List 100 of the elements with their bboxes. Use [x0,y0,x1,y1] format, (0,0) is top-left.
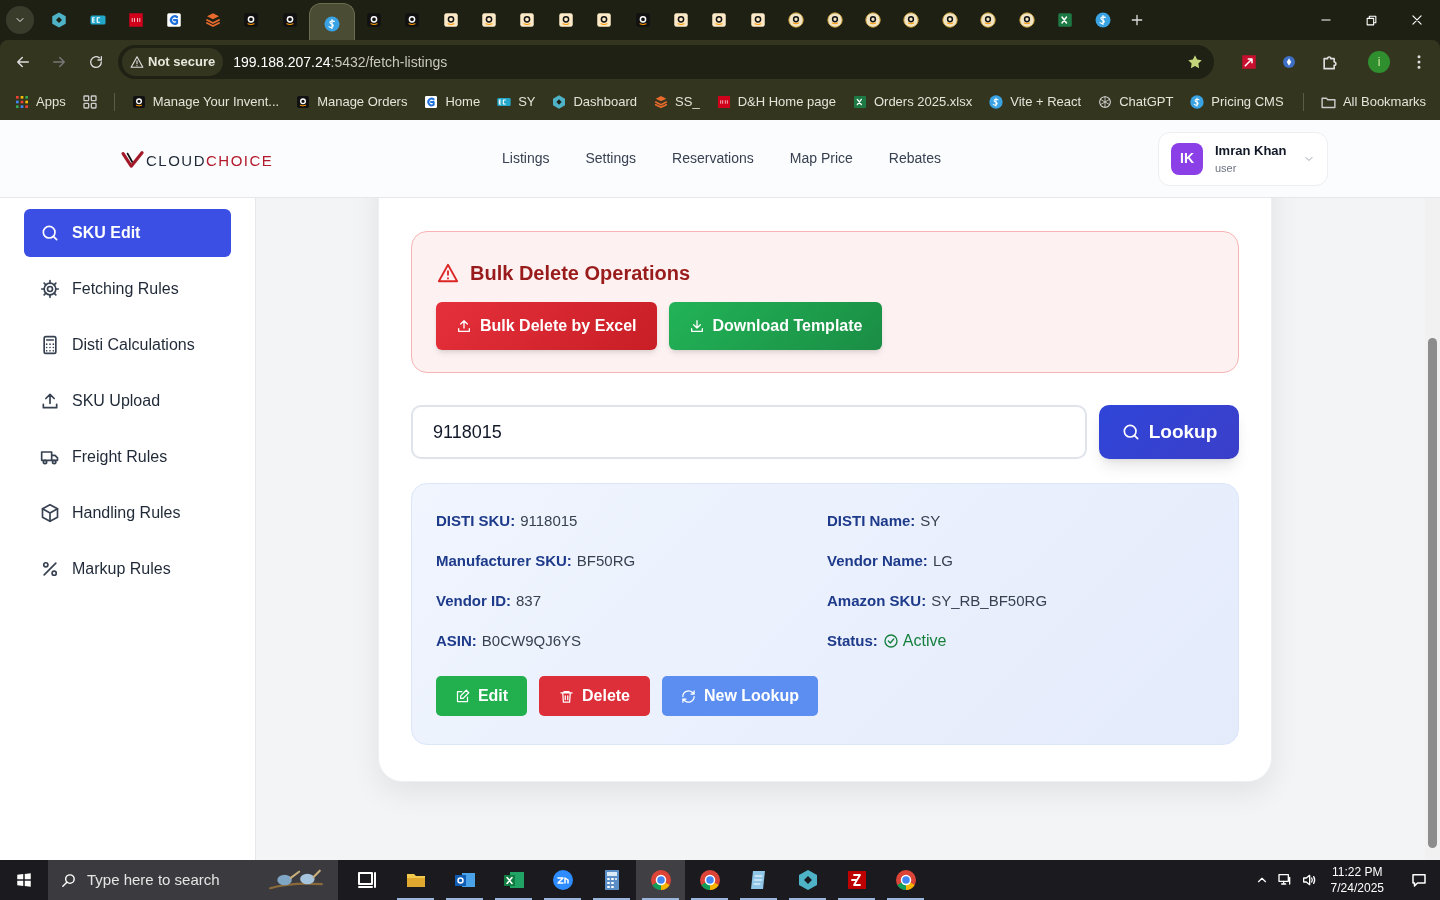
field-label: DISTI Name: [827,510,916,531]
url-text[interactable]: 199.188.207.24:5432/fetch-listings [233,51,448,73]
check-circle-icon [882,633,899,649]
upload-icon [456,318,472,334]
sidebar-item[interactable]: Freight Rules [24,433,231,481]
delete-button[interactable]: Delete [539,676,650,716]
spreadsheet-icon [1055,11,1074,29]
field-label: Vendor Name: [827,550,928,571]
field-value: 837 [516,590,542,611]
hexagon-icon [551,94,568,110]
browser-tab[interactable] [308,3,355,43]
bookmark-item[interactable]: Apps [14,92,66,112]
nav-link[interactable]: Settings [585,148,637,169]
trash-icon [559,688,574,704]
sku-input-field[interactable]: 9118015 [411,405,1087,459]
restore-icon[interactable] [1365,13,1378,27]
nav-link[interactable]: Listings [502,148,550,169]
reload-icon[interactable] [88,54,104,70]
dollar-coin-icon [1094,11,1113,29]
bookmark-item[interactable]: Manage Your Invent... [130,92,280,112]
bookmark-item[interactable]: Manage Orders [295,92,408,112]
user-role: user [1215,161,1238,176]
bulk-delete-button[interactable]: Bulk Delete by Excel [436,302,657,350]
extension-icon[interactable] [1240,53,1258,71]
search-icon [40,223,60,243]
browser-app-icon [648,868,673,892]
g-logo-icon [423,94,440,110]
download-icon [688,318,705,334]
field-label: Vendor ID: [436,590,511,611]
bookmark-item[interactable]: Pricing CMS [1189,92,1284,112]
field-label: DISTI SKU: [436,510,516,531]
dollar-coin-icon [322,14,341,33]
bookmark-item[interactable]: Vite + React [988,92,1082,112]
warning-icon [436,262,460,284]
percent-icon [40,559,60,579]
bookmark-item[interactable]: Dashboard [551,92,638,112]
sidebar-item[interactable]: Disti Calculations [24,321,231,369]
knot-logo-icon [1097,94,1114,110]
v-mark-icon [120,149,146,168]
field-label: Amazon SKU: [827,590,927,611]
bookmark-item[interactable]: Orders 2025.xlsx [851,92,973,112]
nav-link[interactable]: Rebates [888,148,941,169]
dh-logo-icon [126,11,145,29]
nav-link[interactable]: Map Price [789,148,853,169]
panel-title: Bulk Delete Operations [470,261,691,286]
start-icon[interactable] [15,871,33,889]
field-value: B0CW9QJ6YS [481,630,582,651]
hexagon-icon [50,11,69,29]
address-bar[interactable]: Not secure 199.188.207.24:5432/fetch-listings [118,45,1214,79]
field-label: Manufacturer SKU: [436,550,572,571]
search-icon [60,871,77,889]
settings-icon [40,279,60,299]
bookmark-item[interactable]: D&H Home page [715,92,836,112]
all-bookmarks-button[interactable]: All Bookmarks [1319,92,1426,112]
user-avatar: IK [1171,142,1203,175]
field-value: LG [932,550,953,571]
dollar-coin-icon [1189,94,1206,110]
tab-groups-button[interactable] [81,94,98,110]
scrollbar-thumb[interactable] [1428,338,1437,848]
stack-logo-icon [653,94,670,110]
edit-icon [454,688,470,704]
user-name: Imran Khan [1215,141,1287,160]
scrollbar[interactable] [1425,198,1440,860]
bookmark-item[interactable]: SY [496,92,536,112]
upload-icon [40,391,60,411]
download-template-button[interactable]: Download Template [668,302,883,350]
bookmark-item[interactable]: ChatGPT [1097,92,1174,112]
bookmark-star-icon[interactable] [1186,53,1204,71]
clock[interactable]: 11:22 PM 7/24/2025 [1330,864,1384,896]
field-value: BF50RG [576,550,636,571]
calculator-icon [40,335,60,355]
logo[interactable]: CLOUDCHOICE [120,149,360,168]
browser-app-icon [893,868,918,892]
field-label: Status: [827,630,878,651]
extension-icon[interactable] [1280,53,1298,71]
sidebar-item[interactable]: Markup Rules [24,545,231,593]
user-menu[interactable]: IK Imran Khan user [1158,131,1328,186]
lookup-button[interactable]: Lookup [1099,405,1239,459]
field-label: ASIN: [436,630,477,651]
video-app-icon [550,868,575,892]
g-logo-icon [165,11,184,29]
refresh-icon [680,688,696,704]
bookmark-item[interactable]: SS_ [653,92,700,112]
status-value: Active [882,629,947,653]
sidebar-item[interactable]: Handling Rules [24,489,231,537]
bookmark-item[interactable]: Home [423,92,481,112]
sidebar-item[interactable]: SKU Edit [24,209,231,257]
volume-icon[interactable] [1300,872,1317,888]
apps-grid-icon [14,94,30,110]
network-icon[interactable] [1276,872,1293,888]
stack-logo-icon [203,11,222,29]
dh-logo-icon [715,94,732,110]
taskbar-search-field[interactable]: Type here to search [48,860,338,900]
nav-link[interactable]: Reservations [672,148,754,169]
close-icon[interactable] [1410,13,1424,27]
field-value: 9118015 [520,510,578,531]
sidebar-item[interactable]: Fetching Rules [24,265,231,313]
notifications-icon[interactable] [1410,871,1428,889]
tab-groups-icon [81,94,98,110]
sidebar-item[interactable]: SKU Upload [24,377,231,425]
